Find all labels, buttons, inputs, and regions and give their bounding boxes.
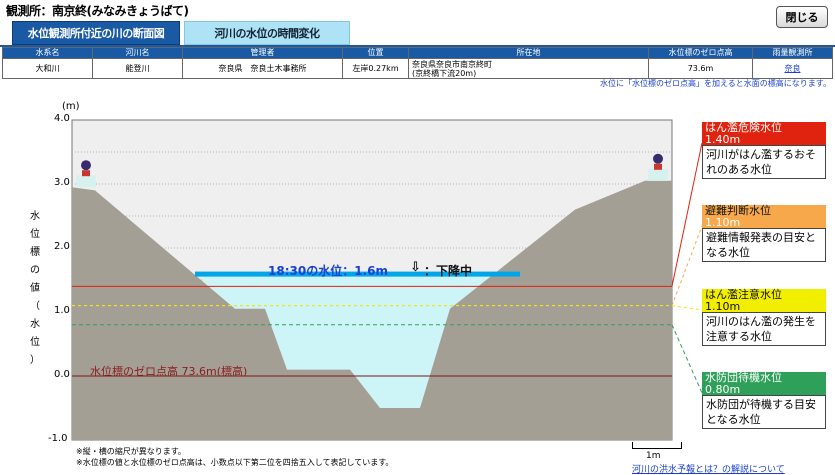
current-water-label: 18:30の水位：1.6m xyxy=(268,264,388,278)
y-axis-title-char: 水 xyxy=(30,319,40,330)
down-arrow-icon: ⇩ xyxy=(410,260,421,275)
legend-evacuation: 避難判断水位 1.10m 避難情報発表の目安となる水位 xyxy=(702,205,826,262)
bank-figure-icon xyxy=(81,160,91,171)
threshold-connector xyxy=(671,324,703,394)
legend-standby: 水防団待機水位 0.80m 水防団が待機する目安となる水位 xyxy=(702,372,826,429)
legend-value: 0.80m xyxy=(702,384,826,395)
footnote-2: ※水位標の値と水位標のゼロ点高は、小数点以下第二位を四捨五入して表記しています。 xyxy=(76,458,394,467)
bank-grass xyxy=(76,175,96,188)
y-tick-label: 2.0 xyxy=(54,241,70,252)
y-axis-title-char: の xyxy=(30,265,40,276)
y-tick-label: -1.0 xyxy=(48,433,68,444)
y-unit-label: (m) xyxy=(62,101,80,112)
y-axis-title-char: 位 xyxy=(30,337,40,348)
bank-figure-body xyxy=(82,170,90,177)
threshold-connector xyxy=(671,305,703,311)
y-axis-title: 水 位 標 の 値 （ 水 位 ） xyxy=(28,208,42,370)
legend-desc: 水防団が待機する目安となる水位 xyxy=(702,395,826,429)
scale-label: 1m xyxy=(646,451,661,461)
scale-bar xyxy=(632,442,682,449)
forecast-help-link[interactable]: 河川の洪水予報とは？の解説について xyxy=(632,462,785,475)
y-axis-title-char: 標 xyxy=(30,247,40,258)
footnote-1: ※縦・横の縮尺が異なります。 xyxy=(76,447,186,456)
y-axis-title-char: 値 xyxy=(30,283,40,294)
y-axis-title-char: （ xyxy=(30,301,40,312)
legend-value: 1.10m xyxy=(702,217,826,228)
y-axis-title-char: ） xyxy=(30,355,40,366)
legend-value: 1.40m xyxy=(702,134,826,145)
legend-desc: 河川のはん濫の発生を注意する水位 xyxy=(702,312,826,346)
legend-value: 1.10m xyxy=(702,301,826,312)
legend-desc: 河川がはん濫するおそれのある水位 xyxy=(702,145,826,179)
bank-figure-body xyxy=(654,163,662,170)
y-tick-label: 4.0 xyxy=(54,113,70,124)
y-tick-label: 0.0 xyxy=(54,369,70,380)
bank-figure-icon xyxy=(653,153,663,164)
y-tick-label: 1.0 xyxy=(54,305,70,316)
y-tick-label: 3.0 xyxy=(54,177,70,188)
trend-value: 下降中 xyxy=(436,264,473,278)
y-axis-title-char: 水 xyxy=(30,211,40,222)
legend-flood-danger: はん濫危険水位 1.40m 河川がはん濫するおそれのある水位 xyxy=(702,122,826,179)
legend-caution: はん濫注意水位 1.10m 河川のはん濫の発生を注意する水位 xyxy=(702,289,826,346)
y-axis-title-char: 位 xyxy=(30,229,40,240)
bank-grass xyxy=(648,168,668,181)
zero-point-label: 水位標のゼロ点高 73.6m(標高) xyxy=(90,365,248,378)
trend-label: ：下降中 xyxy=(424,264,473,278)
legend-desc: 避難情報発表の目安となる水位 xyxy=(702,228,826,262)
chart-layer xyxy=(71,119,703,441)
